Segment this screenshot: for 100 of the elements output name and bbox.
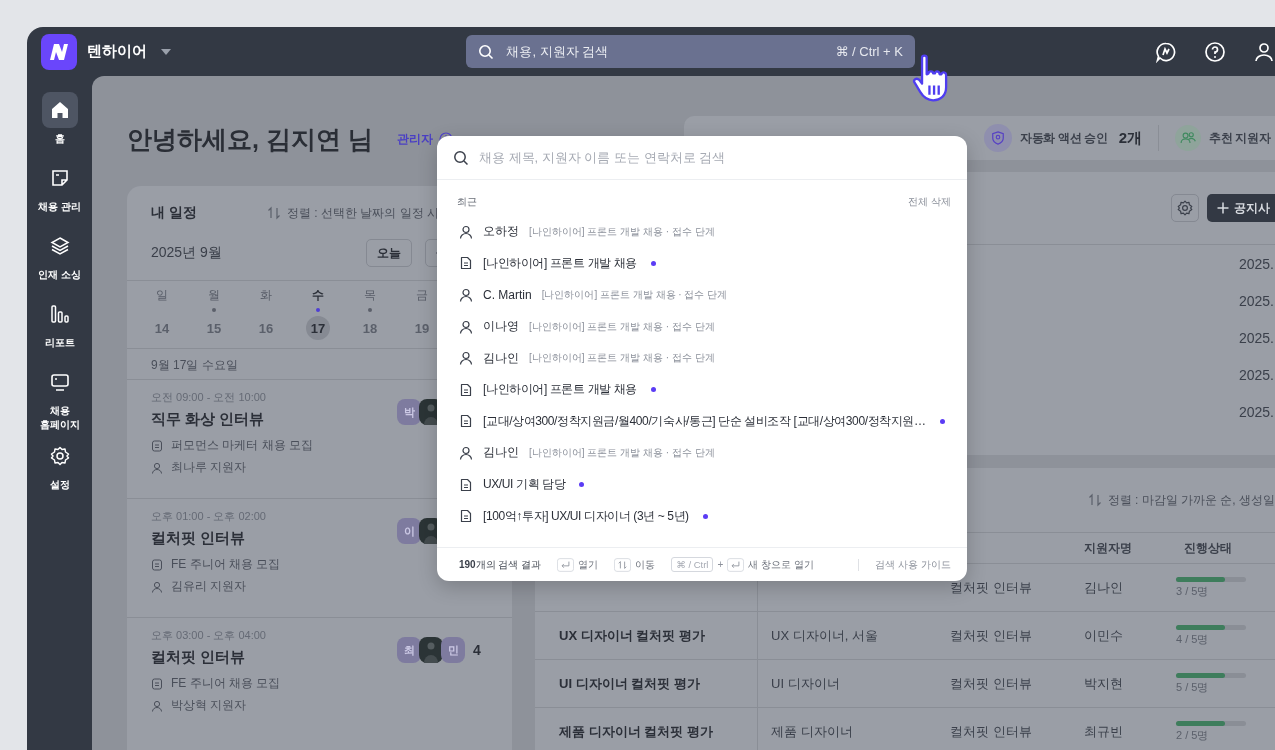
add-notice-button[interactable]: 공지사 <box>1207 194 1275 222</box>
progress-bar <box>1176 576 1246 582</box>
search-result[interactable]: UX/UI 기획 담당 <box>437 468 967 501</box>
table-cell: 이민수 <box>1084 626 1123 645</box>
layers-icon <box>49 236 70 256</box>
table-cell: 박지현 <box>1084 674 1123 693</box>
progress-count: 5 / 5명 <box>1176 679 1209 695</box>
attendee-count: 4 <box>473 642 481 658</box>
calendar-day[interactable]: 수 17 <box>292 287 344 340</box>
chat-icon[interactable] <box>1155 40 1177 63</box>
stat-value: 2개 <box>1118 128 1143 148</box>
search-result[interactable]: 김나인 [나인하이어] 프론트 개발 채용 · 접수 단계 <box>437 437 967 469</box>
table-cell: UX 디자이너, 서울 <box>771 626 878 645</box>
posting-name: 퍼모먼스 마케터 채용 모집 <box>171 437 313 454</box>
section-label: 최근 <box>457 195 477 209</box>
hint-label: 열기 <box>578 557 599 572</box>
caret-icon[interactable] <box>161 48 171 55</box>
avatar: 최 <box>397 637 421 663</box>
help-icon[interactable] <box>1204 40 1226 63</box>
plus-icon <box>1217 202 1229 214</box>
document-icon <box>459 382 473 397</box>
settings-icon <box>1177 200 1193 216</box>
user-icon[interactable] <box>1253 40 1275 63</box>
search-result[interactable]: [100억↑투자] UX/UI 디자이너 (3년 ~ 5년) <box>437 500 967 532</box>
document-icon <box>459 256 473 271</box>
hint-label: 새 창으로 열기 <box>748 557 814 572</box>
hint-label: 이동 <box>635 557 656 572</box>
search-result[interactable]: [나인하이어] 프론트 개발 채용 <box>437 247 967 280</box>
document-icon <box>151 677 163 690</box>
notice-date: 2025. <box>1238 403 1274 420</box>
document-icon <box>459 414 473 429</box>
notice-date: 2025. <box>1238 366 1274 383</box>
progress-count: 2 / 5명 <box>1176 727 1209 743</box>
progress-count: 4 / 5명 <box>1176 631 1209 647</box>
person-icon <box>459 319 473 334</box>
nav-item[interactable]: 리포트 <box>29 296 90 358</box>
stat-label: 추천 지원자 <box>1209 130 1271 146</box>
nav-item[interactable]: 홈 <box>29 92 90 154</box>
table-cell: 제품 디자이너 컬처핏 평가 <box>559 722 713 741</box>
nav-item[interactable]: 채용 홈페이지 <box>29 364 90 432</box>
nav-item[interactable]: 인재 소싱 <box>29 228 90 290</box>
table-cell: 최규빈 <box>1084 722 1123 741</box>
search-result[interactable]: 오하정 [나인하이어] 프론트 개발 채용 · 접수 단계 <box>437 216 967 248</box>
selected-date-label: 9월 17일 수요일 <box>151 358 238 372</box>
plus-sign: + <box>717 559 724 570</box>
column-header: 지원자명 <box>1083 539 1133 557</box>
applicant-name: 김유리 지원자 <box>171 578 247 595</box>
table-cell: 제품 디자이너 <box>771 722 853 741</box>
document-icon <box>49 168 70 188</box>
role-label: 관리자 <box>396 130 433 148</box>
person-icon <box>151 699 163 712</box>
search-bar[interactable]: 채용, 지원자 검색 ⌘ / Ctrl + K <box>466 35 915 68</box>
search-result[interactable]: [나인하이어] 프론트 개발 채용 <box>437 373 967 406</box>
progress-count: 3 / 5명 <box>1176 583 1209 599</box>
key-hint: ⌘ / Ctrl <box>671 557 714 572</box>
people-icon <box>1175 125 1202 151</box>
enter-key-icon <box>557 557 575 572</box>
nav-item[interactable]: 설정 <box>29 438 90 500</box>
shortcut-hint: ⌘ / Ctrl + K <box>835 44 903 59</box>
document-icon <box>151 558 163 571</box>
table-cell: UI 디자이너 컬처핏 평가 <box>559 674 700 693</box>
table-cell: UX 디자이너 컬처핏 평가 <box>559 626 705 645</box>
progress-bar <box>1176 672 1246 678</box>
schedule-title: 내 일정 <box>151 204 197 222</box>
column-header: 진행상태 <box>1183 539 1233 557</box>
table-cell: 김나인 <box>1084 578 1123 597</box>
home-icon <box>49 100 70 120</box>
today-button[interactable]: 오늘 <box>366 239 412 267</box>
settings-button[interactable] <box>1171 194 1199 222</box>
nav-item[interactable]: 채용 관리 <box>29 160 90 222</box>
document-icon <box>459 477 473 492</box>
document-icon <box>151 439 163 452</box>
progress-bar <box>1176 720 1246 726</box>
table-cell: 컬처핏 인터뷰 <box>950 674 1032 693</box>
logo-icon[interactable] <box>41 33 77 70</box>
avatar: 박 <box>397 399 421 425</box>
settings-icon <box>49 446 70 466</box>
table-cell: 컬처핏 인터뷰 <box>950 626 1032 645</box>
monitor-icon <box>49 372 70 392</box>
up-down-key-icon <box>614 557 632 572</box>
person-icon <box>151 580 163 593</box>
event-title[interactable]: 컬처핏 인터뷰 <box>151 529 397 548</box>
search-result[interactable]: [교대/상여300/정착지원금/월400/기숙사/통근] 단순 설비조작 [교대/상여300/정착지원… <box>437 405 967 438</box>
search-icon <box>453 149 469 166</box>
stat-label: 자동화 액션 승인 <box>1020 130 1108 146</box>
posting-name: FE 주니어 채용 모집 <box>171 675 281 692</box>
table-cell: 컬처핏 인터뷰 <box>950 578 1032 597</box>
progress-bar <box>1176 624 1246 630</box>
search-input[interactable]: 채용, 지원자 검색 <box>504 43 826 60</box>
event-title[interactable]: 컬처핏 인터뷰 <box>151 648 397 667</box>
person-icon <box>459 351 473 366</box>
person-icon <box>151 461 163 474</box>
search-result[interactable]: 김나인 [나인하이어] 프론트 개발 채용 · 접수 단계 <box>437 342 967 374</box>
event-title[interactable]: 직무 화상 인터뷰 <box>151 410 397 429</box>
workspace-name[interactable]: 텐하이어 <box>87 42 147 61</box>
notice-date: 2025. <box>1238 255 1274 272</box>
shield-icon <box>984 124 1012 152</box>
document-icon <box>459 509 473 524</box>
search-icon <box>478 43 495 60</box>
notice-date: 2025. <box>1238 292 1274 309</box>
